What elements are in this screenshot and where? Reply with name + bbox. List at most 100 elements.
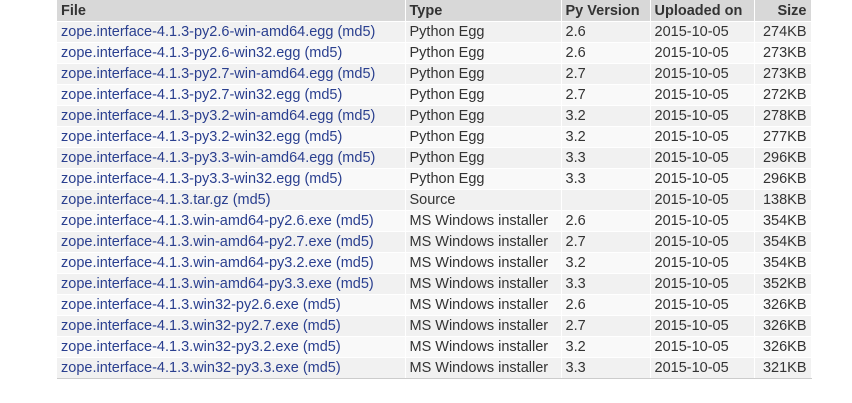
py-version-cell: 2.7 [561,315,651,337]
py-version-cell: 2.7 [561,84,651,106]
file-download-link[interactable]: zope.interface-4.1.3.win32-py3.2.exe [61,339,299,355]
py-version-cell: 2.7 [561,63,651,85]
file-cell: zope.interface-4.1.3.win-amd64-py2.7.exe… [57,231,406,253]
md5-link[interactable]: (md5) [336,276,374,292]
md5-link[interactable]: (md5) [303,339,341,355]
file-cell: zope.interface-4.1.3-py2.6-win-amd64.egg… [57,21,406,43]
py-version-cell: 3.2 [561,336,651,358]
file-download-link[interactable]: zope.interface-4.1.3-py3.2-win32.egg [61,129,300,145]
size-cell: 326KB [754,294,812,316]
size-cell: 326KB [754,315,812,337]
uploaded-on-cell: 2015-10-05 [650,294,755,316]
size-cell: 273KB [754,42,812,64]
file-download-link[interactable]: zope.interface-4.1.3-py2.7-win32.egg [61,87,300,103]
md5-link[interactable]: (md5) [337,108,375,124]
header-size: Size [754,0,812,22]
md5-link[interactable]: (md5) [303,318,341,334]
file-download-link[interactable]: zope.interface-4.1.3-py3.3-win32.egg [61,171,300,187]
file-download-link[interactable]: zope.interface-4.1.3.win-amd64-py3.2.exe [61,255,332,271]
file-cell: zope.interface-4.1.3-py2.7-win-amd64.egg… [57,63,406,85]
uploaded-on-cell: 2015-10-05 [650,336,755,358]
uploaded-on-cell: 2015-10-05 [650,147,755,169]
table-row: zope.interface-4.1.3.win32-py3.2.exe (md… [57,336,812,358]
size-cell: 274KB [754,21,812,43]
table-row: zope.interface-4.1.3-py2.7-win32.egg (md… [57,84,812,106]
table-row: zope.interface-4.1.3-py3.3-win-amd64.egg… [57,147,812,169]
header-py-version: Py Version [561,0,651,22]
type-cell: Python Egg [405,147,562,169]
file-cell: zope.interface-4.1.3.win-amd64-py3.2.exe… [57,252,406,274]
size-cell: 321KB [754,357,812,379]
md5-link[interactable]: (md5) [337,24,375,40]
size-cell: 273KB [754,63,812,85]
file-cell: zope.interface-4.1.3.win32-py3.2.exe (md… [57,336,406,358]
md5-link[interactable]: (md5) [336,234,374,250]
type-cell: Python Egg [405,63,562,85]
md5-link[interactable]: (md5) [304,171,342,187]
size-cell: 138KB [754,189,812,211]
md5-link[interactable]: (md5) [337,150,375,166]
file-download-link[interactable]: zope.interface-4.1.3.win-amd64-py3.3.exe [61,276,332,292]
type-cell: MS Windows installer [405,294,562,316]
md5-link[interactable]: (md5) [304,45,342,61]
md5-link[interactable]: (md5) [233,192,271,208]
type-cell: Python Egg [405,168,562,190]
file-cell: zope.interface-4.1.3-py2.6-win32.egg (md… [57,42,406,64]
uploaded-on-cell: 2015-10-05 [650,231,755,253]
table-row: zope.interface-4.1.3.win-amd64-py3.3.exe… [57,273,812,295]
uploaded-on-cell: 2015-10-05 [650,63,755,85]
file-cell: zope.interface-4.1.3.win32-py3.3.exe (md… [57,357,406,379]
file-download-link[interactable]: zope.interface-4.1.3-py2.7-win-amd64.egg [61,66,333,82]
md5-link[interactable]: (md5) [303,360,341,376]
file-cell: zope.interface-4.1.3.win32-py2.6.exe (md… [57,294,406,316]
table-row: zope.interface-4.1.3-py2.6-win-amd64.egg… [57,21,812,43]
table-row: zope.interface-4.1.3-py3.2-win-amd64.egg… [57,105,812,127]
file-download-link[interactable]: zope.interface-4.1.3-py2.6-win32.egg [61,45,300,61]
md5-link[interactable]: (md5) [304,129,342,145]
table-row: zope.interface-4.1.3.win-amd64-py2.7.exe… [57,231,812,253]
uploaded-on-cell: 2015-10-05 [650,357,755,379]
type-cell: MS Windows installer [405,315,562,337]
table-row: zope.interface-4.1.3.win-amd64-py2.6.exe… [57,210,812,232]
size-cell: 278KB [754,105,812,127]
file-download-link[interactable]: zope.interface-4.1.3-py3.3-win-amd64.egg [61,150,333,166]
py-version-cell: 3.2 [561,126,651,148]
file-cell: zope.interface-4.1.3.win-amd64-py2.6.exe… [57,210,406,232]
py-version-cell: 3.3 [561,147,651,169]
file-download-link[interactable]: zope.interface-4.1.3.tar.gz [61,192,229,208]
file-cell: zope.interface-4.1.3-py3.3-win-amd64.egg… [57,147,406,169]
file-download-link[interactable]: zope.interface-4.1.3.win32-py3.3.exe [61,360,299,376]
py-version-cell: 2.7 [561,231,651,253]
md5-link[interactable]: (md5) [303,297,341,313]
file-download-link[interactable]: zope.interface-4.1.3-py2.6-win-amd64.egg [61,24,333,40]
file-cell: zope.interface-4.1.3-py3.2-win32.egg (md… [57,126,406,148]
uploaded-on-cell: 2015-10-05 [650,210,755,232]
py-version-cell: 2.6 [561,210,651,232]
file-download-link[interactable]: zope.interface-4.1.3.win-amd64-py2.6.exe [61,213,332,229]
type-cell: MS Windows installer [405,357,562,379]
md5-link[interactable]: (md5) [304,87,342,103]
table-row: zope.interface-4.1.3-py3.3-win32.egg (md… [57,168,812,190]
size-cell: 354KB [754,231,812,253]
uploaded-on-cell: 2015-10-05 [650,189,755,211]
type-cell: MS Windows installer [405,273,562,295]
file-download-link[interactable]: zope.interface-4.1.3.win-amd64-py2.7.exe [61,234,332,250]
md5-link[interactable]: (md5) [336,255,374,271]
py-version-cell: 3.2 [561,252,651,274]
file-download-link[interactable]: zope.interface-4.1.3.win32-py2.6.exe [61,297,299,313]
type-cell: Source [405,189,562,211]
uploaded-on-cell: 2015-10-05 [650,315,755,337]
downloads-table: File Type Py Version Uploaded on Size zo… [57,0,812,379]
md5-link[interactable]: (md5) [337,66,375,82]
table-row: zope.interface-4.1.3.win32-py3.3.exe (md… [57,357,812,379]
file-download-link[interactable]: zope.interface-4.1.3-py3.2-win-amd64.egg [61,108,333,124]
file-download-link[interactable]: zope.interface-4.1.3.win32-py2.7.exe [61,318,299,334]
table-row: zope.interface-4.1.3.win32-py2.6.exe (md… [57,294,812,316]
py-version-cell: 3.3 [561,168,651,190]
type-cell: MS Windows installer [405,231,562,253]
uploaded-on-cell: 2015-10-05 [650,168,755,190]
md5-link[interactable]: (md5) [336,213,374,229]
table-row: zope.interface-4.1.3.win-amd64-py3.2.exe… [57,252,812,274]
header-file: File [57,0,406,22]
type-cell: Python Egg [405,42,562,64]
